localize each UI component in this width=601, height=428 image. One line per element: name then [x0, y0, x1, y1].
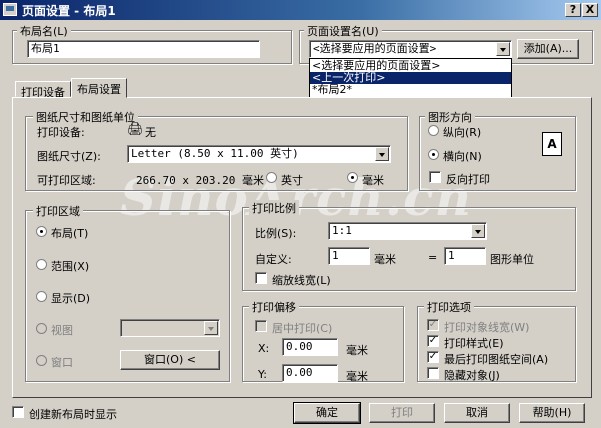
tab-layout-settings[interactable]: 布局设置 [71, 78, 127, 98]
plot-styles-checkbox[interactable]: ✓ [427, 335, 439, 347]
offset-x-unit: 毫米 [346, 344, 368, 357]
plot-paperspace-last-label: 最后打印图纸空间(A) [444, 353, 549, 366]
landscape-label: 横向(N) [443, 150, 482, 163]
plot-area-layout-radio[interactable] [36, 226, 47, 237]
page-setup-selected-value: <选择要应用的页面设置> [313, 42, 437, 55]
layout-name-input[interactable]: 布局1 [27, 40, 260, 58]
offset-y-unit: 毫米 [346, 370, 368, 383]
offset-y-label: Y: [258, 368, 267, 381]
landscape-radio[interactable] [428, 149, 439, 160]
custom-scale-mm-input[interactable]: 1 [328, 247, 370, 265]
plot-area-layout-label: 布局(T) [51, 227, 89, 240]
equals-sign: = [428, 251, 438, 264]
dropdown-option[interactable]: *布局2* [310, 84, 511, 96]
scale-lineweights-checkbox[interactable] [255, 272, 267, 284]
tab-plot-device[interactable]: 打印设备 [15, 81, 71, 99]
scale-label: 比例(S): [255, 227, 297, 240]
plot-scale-group-label: 打印比例 [249, 200, 299, 216]
add-page-setup-button[interactable]: 添加(A)... [517, 39, 579, 59]
app-icon [3, 3, 17, 16]
title-bar: 页面设置 - 布局1 ? X [0, 0, 601, 20]
custom-scale-mm-unit: 毫米 [374, 253, 396, 266]
plot-area-window-label: 窗口 [51, 356, 73, 369]
plot-paperspace-last-checkbox[interactable]: ✓ [427, 351, 439, 363]
paper-size-group-label: 图纸尺寸和图纸单位 [33, 109, 138, 125]
create-new-layout-checkbox[interactable] [12, 406, 24, 418]
plot-styles-label: 打印样式(E) [444, 337, 504, 350]
plot-device-label: 打印设备: [37, 126, 85, 139]
reverse-print-checkbox[interactable] [429, 171, 441, 183]
unit-inch-label: 英寸 [281, 174, 303, 187]
close-icon[interactable]: X [582, 3, 598, 17]
scale-lineweights-label: 缩放线宽(L) [272, 274, 331, 287]
portrait-label: 纵向(R) [443, 126, 482, 139]
create-new-layout-label: 创建新布局时显示 [29, 408, 117, 421]
paper-size-select[interactable]: Letter (8.50 x 11.00 英寸) [127, 145, 391, 163]
plot-area-group-label: 打印区域 [33, 203, 83, 219]
orientation-icon-letter: A [547, 137, 557, 151]
chevron-down-icon[interactable] [375, 147, 389, 161]
custom-scale-drawing-unit: 图形单位 [490, 253, 534, 266]
custom-scale-units-input[interactable]: 1 [444, 247, 486, 265]
help-title-button[interactable]: ? [565, 3, 581, 17]
center-plot-checkbox[interactable] [255, 320, 267, 332]
plot-options-group-label: 打印选项 [424, 299, 474, 315]
plot-lineweights-label: 打印对象线宽(W) [444, 321, 530, 334]
scale-value: 1:1 [332, 224, 352, 237]
layout-name-label: 布局名(L) [17, 23, 71, 39]
page-setup-dropdown-list[interactable]: <选择要应用的页面设置> <上一次打印> *布局2* [309, 58, 512, 98]
page-setup-name-select[interactable]: <选择要应用的页面设置> [309, 40, 512, 58]
plot-area-extents-radio[interactable] [36, 259, 47, 270]
window-title: 页面设置 - 布局1 [22, 4, 116, 18]
paper-size-value: Letter (8.50 x 11.00 英寸) [131, 147, 299, 160]
printable-area-label: 可打印区域: [37, 174, 96, 187]
offset-x-label: X: [258, 342, 270, 355]
chevron-down-icon[interactable] [471, 224, 485, 238]
hide-objects-label: 隐藏对象(J) [444, 369, 500, 382]
plot-offset-group-label: 打印偏移 [249, 299, 299, 315]
offset-x-input[interactable]: 0.00 [282, 338, 338, 356]
printable-area-value: 266.70 x 203.20 毫米 [136, 174, 264, 187]
plot-area-display-radio[interactable] [36, 291, 47, 302]
plot-area-window-radio[interactable] [36, 355, 47, 366]
hide-objects-checkbox[interactable] [427, 367, 439, 379]
offset-y-input[interactable]: 0.00 [282, 364, 338, 382]
page-setup-name-label: 页面设置名(U) [304, 23, 382, 39]
plot-area-view-radio[interactable] [36, 323, 47, 334]
help-button[interactable]: 帮助(H) [519, 403, 585, 423]
custom-scale-label: 自定义: [255, 253, 292, 266]
unit-mm-radio[interactable] [347, 172, 358, 183]
center-plot-label: 居中打印(C) [272, 322, 333, 335]
plot-area-view-label: 视图 [51, 324, 73, 337]
scale-select[interactable]: 1:1 [328, 222, 487, 240]
plot-lineweights-checkbox[interactable]: ✓ [427, 319, 439, 331]
cancel-button[interactable]: 取消 [444, 403, 510, 423]
view-select[interactable] [120, 319, 220, 337]
window-pick-button[interactable]: 窗口(O) < [120, 350, 220, 370]
chevron-down-icon[interactable] [204, 321, 218, 335]
chevron-down-icon[interactable] [496, 42, 510, 56]
plot-device-value: 无 [145, 126, 156, 139]
portrait-radio[interactable] [428, 125, 439, 136]
plot-button[interactable]: 打印 [369, 403, 435, 423]
printer-icon: 🖨 [127, 122, 144, 137]
reverse-print-label: 反向打印 [446, 173, 490, 186]
unit-mm-label: 毫米 [362, 174, 384, 187]
paper-size-label: 图纸尺寸(Z): [37, 150, 101, 163]
unit-inch-radio[interactable] [266, 172, 277, 183]
ok-button[interactable]: 确定 [293, 402, 361, 424]
plot-area-display-label: 显示(D) [51, 292, 91, 305]
plot-area-extents-label: 范围(X) [51, 260, 90, 273]
orientation-group-label: 图形方向 [425, 109, 475, 125]
landscape-page-icon: A [542, 132, 562, 156]
